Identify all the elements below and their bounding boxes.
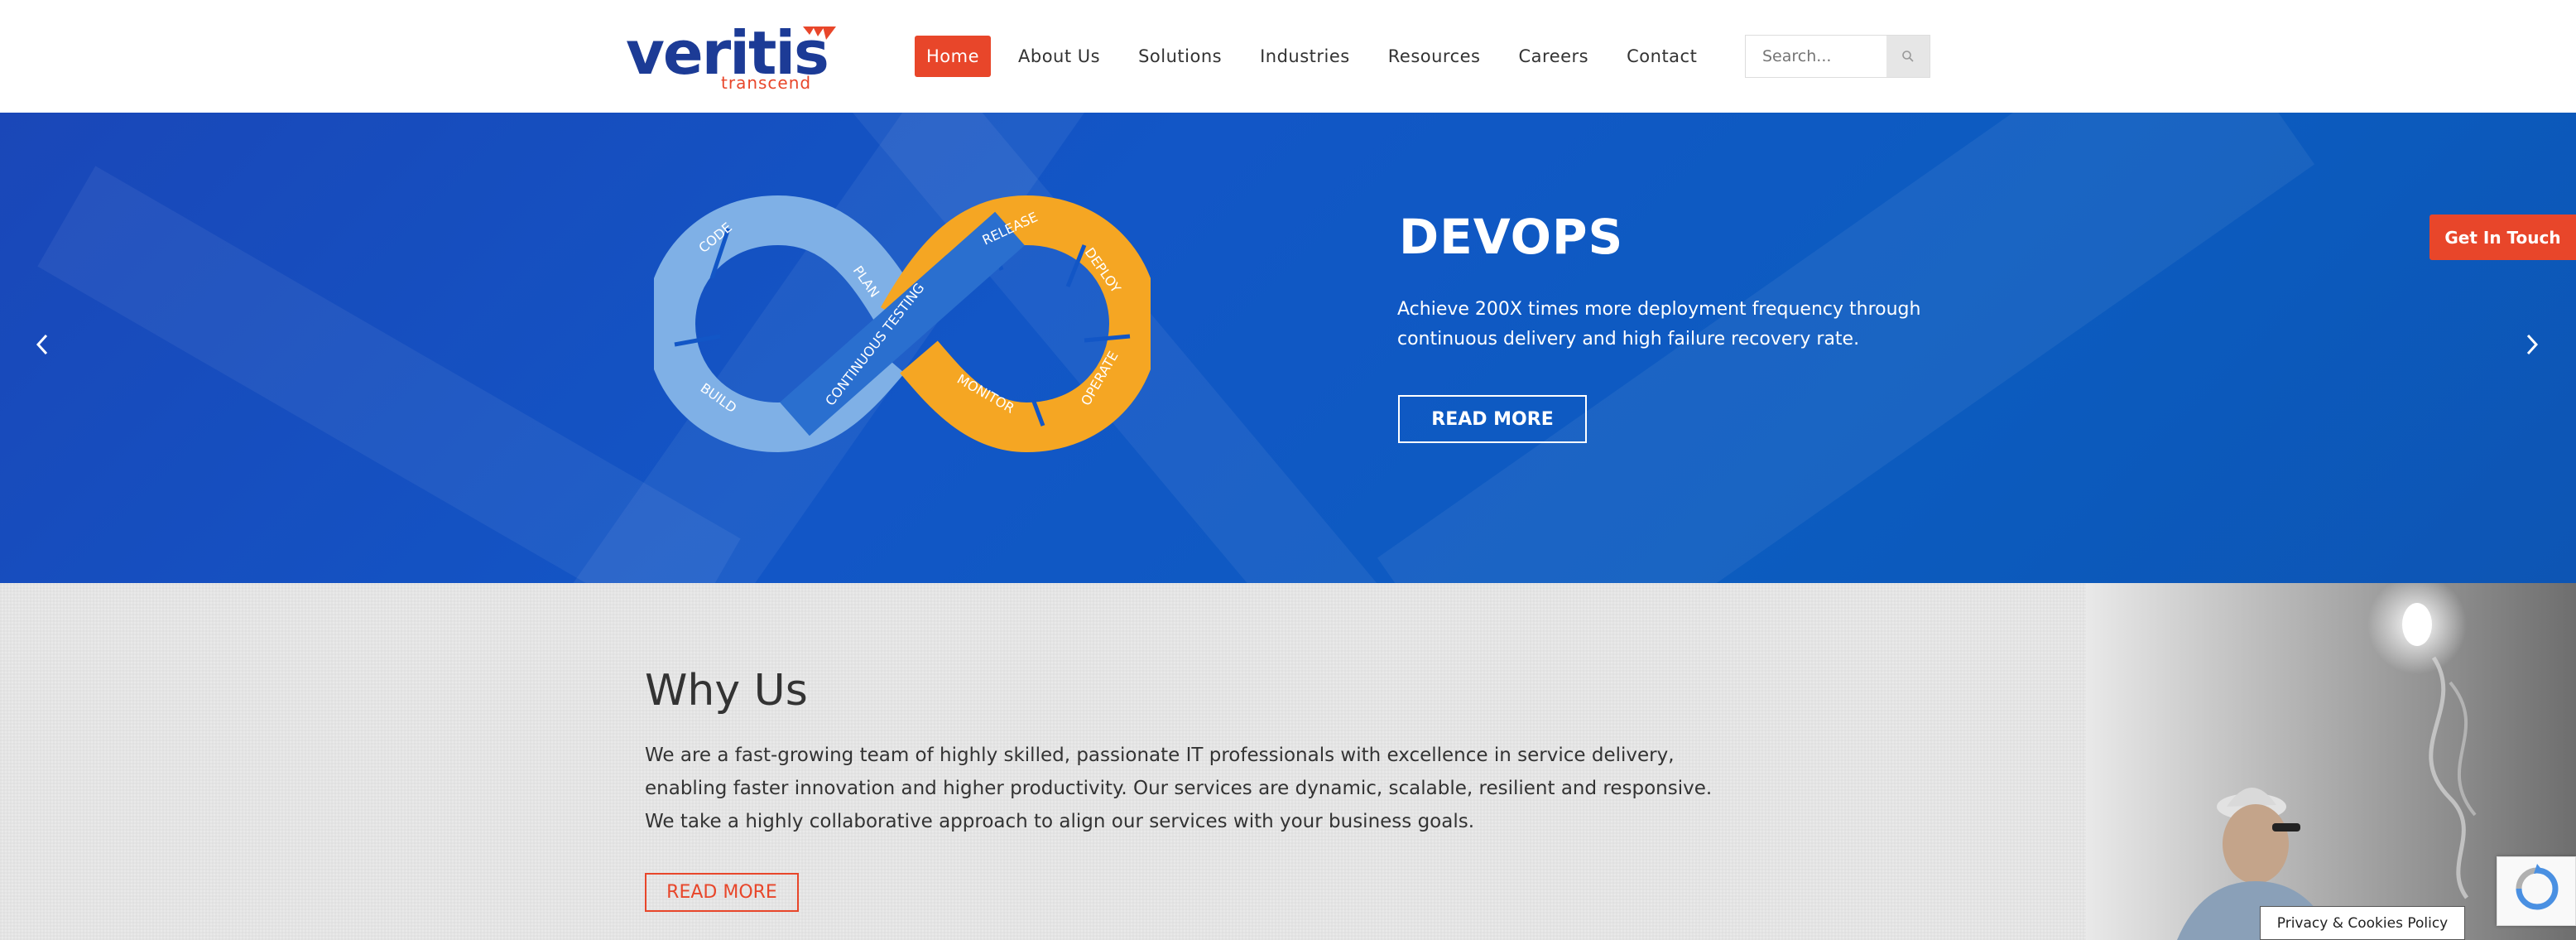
nav-solutions[interactable]: Solutions: [1119, 36, 1241, 77]
why-us-section: Why Us We are a fast-growing team of hig…: [0, 583, 2576, 940]
devops-infinity-diagram: CODE BUILD PLAN CONTINUOUS TESTING RELEA…: [654, 195, 1151, 452]
logo-tagline: transcend: [721, 73, 812, 93]
slider-next-button[interactable]: [2511, 320, 2553, 369]
nav-about-us[interactable]: About Us: [999, 36, 1119, 77]
hero-slider: CODE BUILD PLAN CONTINUOUS TESTING RELEA…: [0, 113, 2576, 583]
logo-chevrons-icon: [803, 27, 836, 40]
veritis-logo[interactable]: veritis transcend: [626, 20, 836, 94]
search-input[interactable]: [1746, 36, 1886, 77]
why-us-read-more-button[interactable]: READ MORE: [645, 873, 799, 912]
search-box: [1745, 35, 1930, 78]
nav-contact[interactable]: Contact: [1608, 36, 1716, 77]
get-in-touch-button[interactable]: Get In Touch: [2429, 215, 2576, 260]
hero-title: DEVOPS: [1399, 209, 1624, 265]
hero-read-more-button[interactable]: READ MORE: [1398, 395, 1587, 443]
site-header: veritis transcend Home About Us Solution…: [0, 0, 2576, 113]
why-us-description: We are a fast-growing team of highly ski…: [645, 745, 1713, 832]
hero-background-ray: [37, 166, 741, 583]
why-us-title: Why Us: [645, 666, 808, 716]
recaptcha-icon: [2516, 864, 2559, 910]
search-button[interactable]: [1886, 36, 1930, 77]
nav-home[interactable]: Home: [915, 36, 992, 77]
nav-resources[interactable]: Resources: [1369, 36, 1500, 77]
chevron-left-icon: [36, 334, 48, 355]
chevron-right-icon: [2526, 334, 2539, 355]
main-nav: Home About Us Solutions Industries Resou…: [915, 36, 1716, 77]
search-icon: [1902, 51, 1914, 62]
privacy-cookies-policy-button[interactable]: Privacy & Cookies Policy: [2260, 906, 2465, 940]
recaptcha-badge[interactable]: [2497, 856, 2576, 926]
hero-description: Achieve 200X times more deployment frequ…: [1397, 299, 1921, 349]
slider-prev-button[interactable]: [22, 320, 63, 369]
nav-industries[interactable]: Industries: [1241, 36, 1369, 77]
nav-careers[interactable]: Careers: [1500, 36, 1608, 77]
